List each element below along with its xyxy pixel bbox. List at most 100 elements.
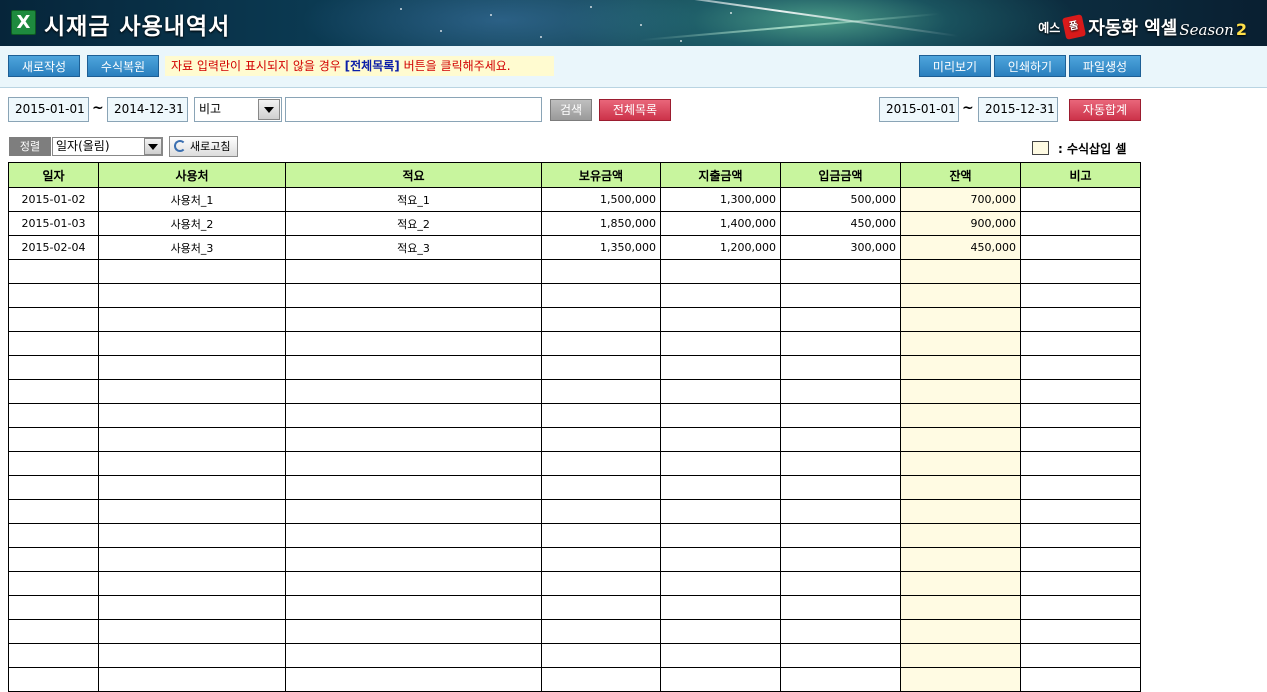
cell-holding[interactable] [541, 523, 661, 548]
cell-balance[interactable]: 700,000 [900, 187, 1021, 212]
cell-holding[interactable]: 1,500,000 [541, 187, 661, 212]
cell-holding[interactable] [541, 475, 661, 500]
cell-balance[interactable]: 900,000 [900, 211, 1021, 236]
cell-note[interactable] [1020, 475, 1141, 500]
cell-summary[interactable] [285, 451, 542, 476]
cell-balance[interactable] [900, 547, 1021, 572]
cell-summary[interactable]: 적요_3 [285, 235, 542, 260]
cell-date[interactable]: 2015-01-02 [8, 187, 99, 212]
cell-expense[interactable] [660, 523, 781, 548]
cell-note[interactable] [1020, 547, 1141, 572]
cell-expense[interactable] [660, 547, 781, 572]
cell-expense[interactable] [660, 595, 781, 620]
cell-date[interactable] [8, 643, 99, 668]
sum-start-date-input[interactable]: 2015-01-01 [879, 97, 959, 122]
cell-place[interactable] [98, 355, 286, 380]
cell-balance[interactable] [900, 499, 1021, 524]
cell-note[interactable] [1020, 211, 1141, 236]
cell-holding[interactable] [541, 619, 661, 644]
cell-deposit[interactable] [780, 259, 901, 284]
cell-balance[interactable] [900, 667, 1021, 692]
cell-deposit[interactable] [780, 595, 901, 620]
cell-place[interactable] [98, 403, 286, 428]
cell-expense[interactable] [660, 643, 781, 668]
cell-place[interactable] [98, 331, 286, 356]
cell-note[interactable] [1020, 379, 1141, 404]
cell-summary[interactable]: 적요_2 [285, 211, 542, 236]
cell-deposit[interactable] [780, 403, 901, 428]
cell-date[interactable]: 2015-01-03 [8, 211, 99, 236]
cell-place[interactable] [98, 427, 286, 452]
cell-balance[interactable] [900, 379, 1021, 404]
cell-summary[interactable] [285, 667, 542, 692]
cell-expense[interactable]: 1,400,000 [660, 211, 781, 236]
cell-holding[interactable] [541, 259, 661, 284]
cell-holding[interactable] [541, 283, 661, 308]
cell-place[interactable] [98, 547, 286, 572]
cell-date[interactable] [8, 595, 99, 620]
cell-note[interactable] [1020, 643, 1141, 668]
cell-expense[interactable]: 1,200,000 [660, 235, 781, 260]
cell-balance[interactable] [900, 571, 1021, 596]
cell-holding[interactable] [541, 403, 661, 428]
cell-date[interactable] [8, 427, 99, 452]
cell-deposit[interactable] [780, 523, 901, 548]
cell-deposit[interactable]: 300,000 [780, 235, 901, 260]
cell-summary[interactable] [285, 427, 542, 452]
chevron-down-icon[interactable] [144, 138, 162, 155]
cell-date[interactable] [8, 331, 99, 356]
cell-holding[interactable] [541, 667, 661, 692]
cell-summary[interactable] [285, 307, 542, 332]
cell-note[interactable] [1020, 235, 1141, 260]
cell-note[interactable] [1020, 595, 1141, 620]
cell-deposit[interactable] [780, 571, 901, 596]
cell-deposit[interactable] [780, 427, 901, 452]
auto-sum-button[interactable]: 자동합계 [1069, 99, 1141, 121]
cell-holding[interactable] [541, 451, 661, 476]
cell-holding[interactable] [541, 379, 661, 404]
cell-date[interactable]: 2015-02-04 [8, 235, 99, 260]
cell-place[interactable] [98, 499, 286, 524]
cell-expense[interactable] [660, 259, 781, 284]
cell-place[interactable] [98, 571, 286, 596]
cell-note[interactable] [1020, 619, 1141, 644]
cell-balance[interactable] [900, 259, 1021, 284]
cell-place[interactable] [98, 379, 286, 404]
sum-end-date-input[interactable]: 2015-12-31 [978, 97, 1058, 122]
cell-deposit[interactable] [780, 283, 901, 308]
cell-balance[interactable]: 450,000 [900, 235, 1021, 260]
cell-balance[interactable] [900, 283, 1021, 308]
cell-expense[interactable]: 1,300,000 [660, 187, 781, 212]
cell-expense[interactable] [660, 667, 781, 692]
cell-deposit[interactable]: 450,000 [780, 211, 901, 236]
cell-date[interactable] [8, 475, 99, 500]
cell-holding[interactable] [541, 595, 661, 620]
cell-date[interactable] [8, 307, 99, 332]
chevron-down-icon[interactable] [258, 99, 280, 120]
cell-deposit[interactable] [780, 667, 901, 692]
cell-place[interactable] [98, 595, 286, 620]
cell-balance[interactable] [900, 307, 1021, 332]
cell-place[interactable] [98, 451, 286, 476]
cell-summary[interactable] [285, 355, 542, 380]
cell-holding[interactable] [541, 355, 661, 380]
cell-deposit[interactable] [780, 331, 901, 356]
cell-summary[interactable]: 적요_1 [285, 187, 542, 212]
cell-place[interactable]: 사용처_3 [98, 235, 286, 260]
cell-note[interactable] [1020, 355, 1141, 380]
cell-summary[interactable] [285, 643, 542, 668]
cell-balance[interactable] [900, 523, 1021, 548]
cell-expense[interactable] [660, 475, 781, 500]
cell-holding[interactable] [541, 307, 661, 332]
cell-expense[interactable] [660, 355, 781, 380]
cell-place[interactable] [98, 619, 286, 644]
new-button[interactable]: 새로작성 [8, 55, 80, 77]
cell-holding[interactable]: 1,850,000 [541, 211, 661, 236]
cell-note[interactable] [1020, 403, 1141, 428]
cell-expense[interactable] [660, 427, 781, 452]
cell-place[interactable] [98, 667, 286, 692]
cell-date[interactable] [8, 259, 99, 284]
cell-note[interactable] [1020, 427, 1141, 452]
cell-place[interactable] [98, 523, 286, 548]
cell-note[interactable] [1020, 307, 1141, 332]
